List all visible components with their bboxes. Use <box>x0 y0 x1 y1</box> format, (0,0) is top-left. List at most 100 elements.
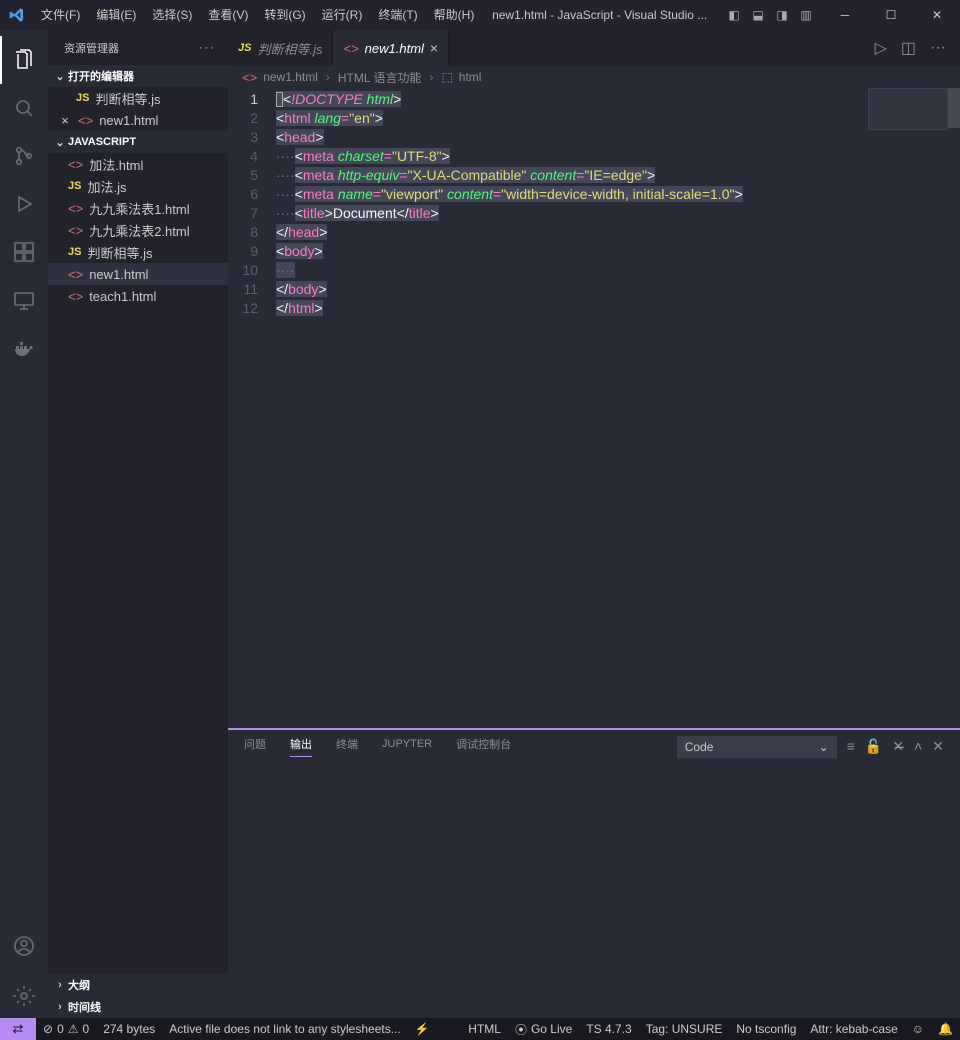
window-minimize[interactable]: ─ <box>822 0 868 30</box>
vscode-icon <box>0 7 34 23</box>
chevron-up-icon[interactable]: ˄ <box>914 738 922 755</box>
activity-docker[interactable] <box>0 324 48 372</box>
sidebar-more-icon[interactable]: ··· <box>199 42 216 54</box>
status-problems[interactable]: ⊘0 ⚠0 <box>36 1022 96 1036</box>
panel-tab-output[interactable]: 输出 <box>290 736 312 757</box>
window-close[interactable]: ✕ <box>914 0 960 30</box>
open-editors-header[interactable]: ⌄打开的编辑器 <box>48 65 228 87</box>
editor[interactable]: 1 234 567 8910 1112 <!DOCTYPE html><html… <box>228 88 960 728</box>
file-item[interactable]: JS判断相等.js <box>48 241 228 263</box>
status-tsconfig[interactable]: No tsconfig <box>729 1021 803 1038</box>
output-channel-select[interactable]: Code⌄ <box>677 736 837 758</box>
layout-right-icon[interactable]: ◨ <box>774 8 790 22</box>
activity-account[interactable] <box>0 922 48 970</box>
file-item[interactable]: JS加法.js <box>48 175 228 197</box>
menu-select[interactable]: 选择(S) <box>145 0 199 30</box>
panel-tab-problems[interactable]: 问题 <box>244 736 266 757</box>
js-icon: JS <box>68 180 81 192</box>
activity-extensions[interactable] <box>0 228 48 276</box>
titlebar: 文件(F) 编辑(E) 选择(S) 查看(V) 转到(G) 运行(R) 终端(T… <box>0 0 960 30</box>
statusbar: ⇄ ⊘0 ⚠0 274 bytes Active file does not l… <box>0 1018 960 1040</box>
js-icon: JS <box>76 92 89 104</box>
status-webhint[interactable]: Active file does not link to any stylesh… <box>162 1022 407 1036</box>
folder-header[interactable]: ⌄JAVASCRIPT <box>48 131 228 153</box>
menu-file[interactable]: 文件(F) <box>34 0 87 30</box>
panel-tab-jupyter[interactable]: JUPYTER <box>382 738 432 755</box>
status-language[interactable]: HTML <box>461 1021 508 1038</box>
activity-debug[interactable] <box>0 180 48 228</box>
open-editor-item[interactable]: × <> new1.html <box>48 109 228 131</box>
panel-close-icon[interactable]: ✕ <box>932 738 944 755</box>
timeline-header[interactable]: ›时间线 <box>48 996 228 1018</box>
activity-remote[interactable] <box>0 276 48 324</box>
status-feedback[interactable]: ☺ <box>905 1021 931 1038</box>
panel-tab-debug[interactable]: 调试控制台 <box>456 736 511 757</box>
symbol-icon: ⬚ <box>441 70 452 84</box>
editor-tab[interactable]: JS 判断相等.js <box>228 30 333 66</box>
error-icon: ⊘ <box>43 1022 53 1036</box>
html-icon: <> <box>68 267 83 282</box>
html-icon: <> <box>68 157 83 172</box>
file-item[interactable]: <>九九乘法表2.html <box>48 219 228 241</box>
editor-group: JS 判断相等.js <> new1.html × ▷ ◫ ··· <>new1… <box>228 30 960 1018</box>
remote-button[interactable]: ⇄ <box>0 1018 36 1040</box>
clear-icon[interactable]: ✕̶ <box>892 738 904 755</box>
layout-left-icon[interactable]: ◧ <box>726 8 742 22</box>
html-icon: <> <box>68 223 83 238</box>
panel-tab-terminal[interactable]: 终端 <box>336 736 358 757</box>
filter-icon[interactable]: ≡ <box>847 738 855 755</box>
window-maximize[interactable]: ☐ <box>868 0 914 30</box>
sidebar: 资源管理器 ··· ⌄打开的编辑器 JS 判断相等.js × <> new1.h… <box>48 30 228 1018</box>
html-icon: <> <box>68 289 83 304</box>
menu-edit[interactable]: 编辑(E) <box>89 0 143 30</box>
activity-search[interactable] <box>0 84 48 132</box>
status-prettier[interactable]: ⚡ <box>408 1022 437 1036</box>
broadcast-icon: ⦿ <box>515 1021 527 1038</box>
outline-header[interactable]: ›大纲 <box>48 974 228 996</box>
window-title: new1.html - JavaScript - Visual Studio .… <box>481 8 718 22</box>
status-golive[interactable]: ⦿Go Live <box>508 1021 579 1038</box>
file-item[interactable]: <>teach1.html <box>48 285 228 307</box>
output-body[interactable] <box>228 763 960 1018</box>
editor-tab[interactable]: <> new1.html × <box>333 30 449 66</box>
split-icon[interactable]: ◫ <box>901 38 916 58</box>
chevron-down-icon: ⌄ <box>819 740 829 754</box>
activity-explorer[interactable] <box>0 36 48 84</box>
open-editor-item[interactable]: JS 判断相等.js <box>48 87 228 109</box>
menu-run[interactable]: 运行(R) <box>315 0 370 30</box>
status-bell[interactable]: 🔔 <box>931 1021 960 1038</box>
menu-go[interactable]: 转到(G) <box>257 0 312 30</box>
run-icon[interactable]: ▷ <box>875 38 887 58</box>
close-icon[interactable]: × <box>430 40 438 56</box>
status-attr[interactable]: Attr: kebab-case <box>803 1021 904 1038</box>
status-bytes[interactable]: 274 bytes <box>96 1022 162 1036</box>
menu-terminal[interactable]: 终端(T) <box>371 0 424 30</box>
panel: 问题 输出 终端 JUPYTER 调试控制台 Code⌄ ≡ 🔓 ✕̶ ˄ ✕ <box>228 728 960 1018</box>
scrollbar[interactable] <box>948 88 960 728</box>
lock-icon[interactable]: 🔓 <box>865 738 882 755</box>
layout-bottom-icon[interactable]: ⬓ <box>750 8 766 22</box>
layout-customize-icon[interactable]: ▥ <box>798 8 814 22</box>
layout-controls[interactable]: ◧ ⬓ ◨ ▥ <box>718 8 822 22</box>
file-item[interactable]: <>九九乘法表1.html <box>48 197 228 219</box>
line-numbers: 1 234 567 8910 1112 <box>228 88 276 728</box>
activity-settings[interactable] <box>0 974 48 1018</box>
more-icon[interactable]: ··· <box>930 39 946 57</box>
html-icon: <> <box>68 201 83 216</box>
code-content[interactable]: <!DOCTYPE html><html lang="en"><head>···… <box>276 88 960 728</box>
status-ts[interactable]: TS 4.7.3 <box>579 1021 638 1038</box>
sidebar-title: 资源管理器 <box>64 40 119 56</box>
breadcrumb[interactable]: <>new1.html › HTML 语言功能 › ⬚ html <box>228 66 960 88</box>
file-item[interactable]: <>加法.html <box>48 153 228 175</box>
editor-tabs: JS 判断相等.js <> new1.html × ▷ ◫ ··· <box>228 30 960 66</box>
status-tag[interactable]: Tag: UNSURE <box>639 1021 730 1038</box>
activity-scm[interactable] <box>0 132 48 180</box>
menu-view[interactable]: 查看(V) <box>201 0 255 30</box>
js-icon: JS <box>238 42 251 54</box>
menu-help[interactable]: 帮助(H) <box>427 0 482 30</box>
minimap[interactable] <box>868 88 948 728</box>
file-item[interactable]: <>new1.html <box>48 263 228 285</box>
html-icon: <> <box>343 41 358 56</box>
activity-bar <box>0 30 48 1018</box>
close-icon[interactable]: × <box>58 113 72 128</box>
